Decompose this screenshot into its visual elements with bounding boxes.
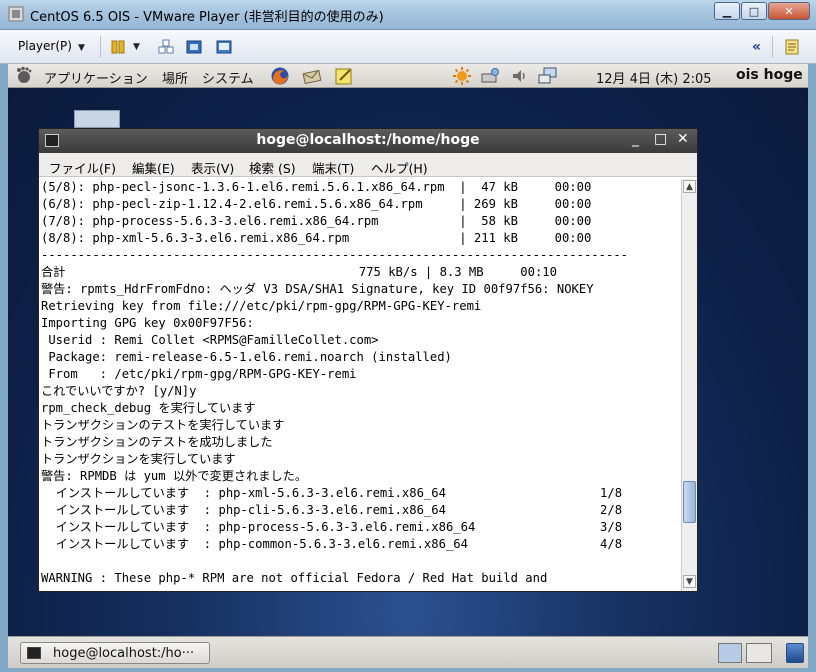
terminal-line: これでいいですか? [y/N]y (41, 384, 197, 398)
gnome-top-panel: アプリケーション 場所 システム 12月 4日 (木) 2:05 ois hog… (8, 64, 808, 88)
terminal-line: トランザクションのテストを成功しました (41, 435, 273, 449)
host-titlebar: CentOS 6.5 OIS - VMware Player (非営利目的の使用… (0, 0, 816, 30)
panel-clock[interactable]: 12月 4日 (木) 2:05 (596, 68, 712, 87)
terminal-line: トランザクションを実行しています (41, 452, 236, 466)
scroll-up-icon[interactable]: ▲ (683, 180, 696, 193)
terminal-line: WARNING : These php-* RPM are not offici… (41, 571, 548, 585)
user-switcher[interactable]: ois hoge (736, 67, 803, 83)
taskbar-terminal-button[interactable]: hoge@localhost:/ho··· (20, 642, 210, 664)
pause-icon[interactable] (110, 39, 126, 55)
terminal-line: Userid : Remi Collet <RPMS@FamilleCollet… (41, 333, 379, 347)
terminal-line: Package: remi-release-6.5-1.el6.remi.noa… (41, 350, 452, 364)
workspace-2[interactable] (746, 643, 772, 663)
firefox-icon[interactable] (270, 66, 290, 86)
player-menu-label: Player(P) (18, 39, 72, 53)
terminal-window: hoge@localhost:/home/hoge _ □ ✕ ファイル(F) … (38, 128, 698, 592)
terminal-line: 警告: rpmts_HdrFromFdno: ヘッダ V3 DSA/SHA1 S… (41, 282, 594, 296)
menu-terminal[interactable]: 端末(T) (312, 158, 354, 177)
vmware-toolbar: Player(P) ▼ ▼ « (0, 30, 816, 64)
terminal-close-icon[interactable]: ✕ (677, 131, 689, 147)
terminal-line: rpm_check_debug を実行しています (41, 401, 256, 415)
terminal-line: (6/8): php-pecl-zip-1.12.4-2.el6.remi.5.… (41, 197, 592, 211)
terminal-maximize-icon[interactable]: □ (654, 131, 667, 147)
terminal-minimize-icon[interactable]: _ (632, 131, 639, 147)
terminal-line: ----------------------------------------… (41, 248, 628, 262)
close-button[interactable]: ✕ (768, 2, 810, 20)
unity-icon[interactable] (216, 39, 232, 55)
terminal-icon (27, 647, 41, 659)
minimize-icon: ▁ (722, 4, 732, 18)
system-menu[interactable]: システム (202, 68, 254, 87)
chevron-down-icon: ▼ (77, 43, 85, 53)
send-ctrl-alt-del-icon[interactable] (158, 39, 174, 55)
terminal-line: Importing GPG key 0x00F97F56: (41, 316, 254, 330)
terminal-menubar: ファイル(F) 編集(E) 表示(V) 検索 (S) 端末(T) ヘルプ(H) (39, 153, 697, 177)
terminal-line: インストールしています : php-common-5.6.3-3.el6.rem… (41, 537, 623, 551)
applications-menu[interactable]: アプリケーション (44, 68, 148, 87)
computer-desktop-icon[interactable] (74, 110, 120, 128)
places-menu[interactable]: 場所 (162, 68, 188, 87)
terminal-line: 合計 775 kB/s | 8.3 MB 00:10 (41, 265, 557, 279)
terminal-title: hoge@localhost:/home/hoge (256, 132, 480, 148)
terminal-line: トランザクションのテストを実行しています (41, 418, 285, 432)
menu-edit[interactable]: 編集(E) (132, 158, 175, 177)
gnome-foot-icon (17, 66, 32, 83)
menu-file[interactable]: ファイル(F) (49, 158, 116, 177)
menu-search[interactable]: 検索 (S) (249, 158, 296, 177)
terminal-line: (7/8): php-process-5.6.3-3.el6.remi.x86_… (41, 214, 592, 228)
host-window-title: CentOS 6.5 OIS - VMware Player (非営利目的の使用… (30, 10, 384, 25)
toolbar-divider (772, 36, 773, 58)
taskbar-terminal-label: hoge@localhost:/ho··· (53, 646, 195, 661)
vmware-app-icon (8, 6, 24, 22)
maximize-button[interactable]: □ (741, 2, 767, 20)
terminal-line: (8/8): php-xml-5.6.3-3.el6.remi.x86_64.r… (41, 231, 592, 245)
text-editor-icon[interactable] (334, 66, 354, 86)
fullscreen-icon[interactable] (186, 39, 202, 55)
terminal-line: インストールしています : php-xml-5.6.3-3.el6.remi.x… (41, 486, 623, 500)
terminal-line: インストールしています : php-process-5.6.3-3.el6.re… (41, 520, 623, 534)
scroll-thumb[interactable] (683, 481, 696, 523)
terminal-line: From : /etc/pki/rpm-gpg/RPM-GPG-KEY-remi (41, 367, 357, 381)
terminal-output[interactable]: (5/8): php-pecl-jsonc-1.3.6-1.el6.remi.5… (41, 179, 681, 591)
close-icon: ✕ (784, 4, 794, 18)
network-icon[interactable] (538, 66, 558, 86)
maximize-icon: □ (748, 4, 760, 18)
terminal-line: 警告: RPMDB は yum 以外で変更されました。 (41, 469, 308, 483)
menu-help[interactable]: ヘルプ(H) (371, 158, 428, 177)
scroll-down-icon[interactable]: ▼ (683, 575, 696, 588)
player-menu-button[interactable]: Player(P) ▼ (18, 39, 85, 53)
host-window-controls: ▁ □ ✕ (713, 2, 810, 20)
trash-icon[interactable] (786, 643, 804, 663)
minimize-button[interactable]: ▁ (714, 2, 740, 20)
toolbar-divider (100, 36, 101, 58)
pause-dropdown-icon[interactable]: ▼ (133, 42, 149, 58)
terminal-line: インストールしています : php-cli-5.6.3-3.el6.remi.x… (41, 503, 623, 517)
removable-drive-icon[interactable] (480, 66, 500, 86)
terminal-line: (5/8): php-pecl-jsonc-1.3.6-1.el6.remi.5… (41, 180, 592, 194)
mail-client-icon[interactable] (302, 66, 322, 86)
message-log-icon[interactable] (784, 39, 800, 55)
terminal-titlebar[interactable]: hoge@localhost:/home/hoge _ □ ✕ (39, 129, 697, 153)
gnome-bottom-panel: hoge@localhost:/ho··· (8, 636, 808, 668)
collapse-toolbar-icon[interactable]: « (752, 39, 761, 55)
update-notifier-icon[interactable] (452, 66, 472, 86)
menu-view[interactable]: 表示(V) (191, 158, 234, 177)
terminal-line: Retrieving key from file:///etc/pki/rpm-… (41, 299, 482, 313)
terminal-scrollbar[interactable]: ▲ ▼ (681, 179, 697, 591)
workspace-1[interactable] (718, 643, 742, 663)
volume-icon[interactable] (510, 66, 530, 86)
